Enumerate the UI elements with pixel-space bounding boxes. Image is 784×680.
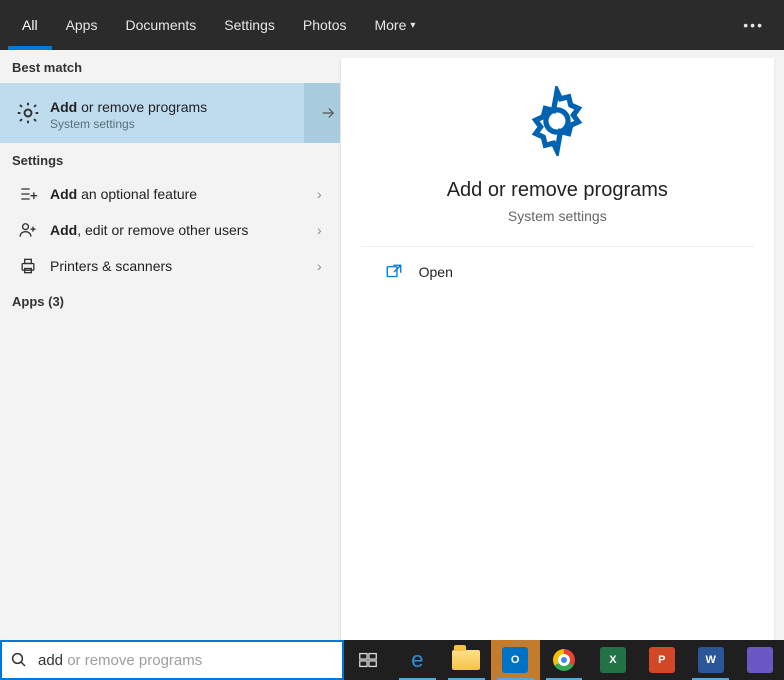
chevron-down-icon: ▾ <box>410 20 415 31</box>
result-title: Add an optional feature <box>50 186 311 202</box>
word-icon: W <box>698 647 724 673</box>
gear-icon <box>522 86 592 161</box>
chevron-right-icon: › <box>311 258 328 274</box>
filter-tabs: All Apps Documents Settings Photos More ▾… <box>0 0 784 50</box>
taskbar-word[interactable]: W <box>686 640 735 680</box>
user-add-icon <box>12 220 44 240</box>
tab-all[interactable]: All <box>8 0 52 50</box>
result-add-users[interactable]: Add, edit or remove other users › <box>0 212 340 248</box>
taskbar-chrome[interactable] <box>540 640 589 680</box>
search-input[interactable] <box>36 652 334 669</box>
excel-icon: X <box>600 647 626 673</box>
preview-pane: Add or remove programs System settings O… <box>340 58 774 640</box>
apps-header[interactable]: Apps (3) <box>0 284 340 317</box>
preview-subtitle: System settings <box>508 208 607 224</box>
printer-icon <box>12 256 44 276</box>
app-icon <box>747 647 773 673</box>
result-title: Add or remove programs <box>50 99 304 115</box>
chevron-right-icon: › <box>311 222 328 238</box>
ie-icon: e <box>411 647 423 673</box>
result-printers-scanners[interactable]: Printers & scanners › <box>0 248 340 284</box>
list-add-icon <box>12 184 44 204</box>
tab-documents[interactable]: Documents <box>111 0 210 50</box>
taskbar-app-other[interactable] <box>735 640 784 680</box>
more-options-button[interactable]: ••• <box>743 17 764 33</box>
outlook-icon: O <box>502 647 528 673</box>
result-add-optional-feature[interactable]: Add an optional feature › <box>0 176 340 212</box>
taskbar-excel[interactable]: X <box>588 640 637 680</box>
tab-photos[interactable]: Photos <box>289 0 361 50</box>
best-match-header: Best match <box>0 50 340 83</box>
result-add-remove-programs[interactable]: Add or remove programs System settings <box>0 83 340 143</box>
chevron-right-icon: › <box>311 186 328 202</box>
results-pane: Best match Add or remove programs System… <box>0 50 340 640</box>
open-label: Open <box>419 264 453 280</box>
powerpoint-icon: P <box>649 647 675 673</box>
result-title: Add, edit or remove other users <box>50 222 311 238</box>
open-button[interactable]: Open <box>361 247 754 297</box>
chrome-icon <box>553 649 575 671</box>
tab-apps[interactable]: Apps <box>52 0 112 50</box>
tab-more[interactable]: More ▾ <box>360 0 429 50</box>
taskbar: e O X P W <box>344 640 784 680</box>
open-icon <box>385 263 403 281</box>
taskbar-file-explorer[interactable] <box>442 640 491 680</box>
folder-icon <box>452 650 480 670</box>
tab-more-label: More <box>374 17 406 33</box>
taskbar-powerpoint[interactable]: P <box>637 640 686 680</box>
taskbar-internet-explorer[interactable]: e <box>393 640 442 680</box>
tab-settings[interactable]: Settings <box>210 0 289 50</box>
search-bar[interactable]: add or remove programs <box>0 640 344 680</box>
search-icon <box>10 651 28 669</box>
settings-header: Settings <box>0 143 340 176</box>
result-subtitle: System settings <box>50 117 304 131</box>
gear-icon <box>12 83 44 143</box>
preview-title: Add or remove programs <box>447 179 668 202</box>
taskbar-task-view[interactable] <box>344 640 393 680</box>
result-title: Printers & scanners <box>50 258 311 274</box>
taskbar-outlook[interactable]: O <box>491 640 540 680</box>
expand-arrow-button[interactable] <box>304 83 340 143</box>
